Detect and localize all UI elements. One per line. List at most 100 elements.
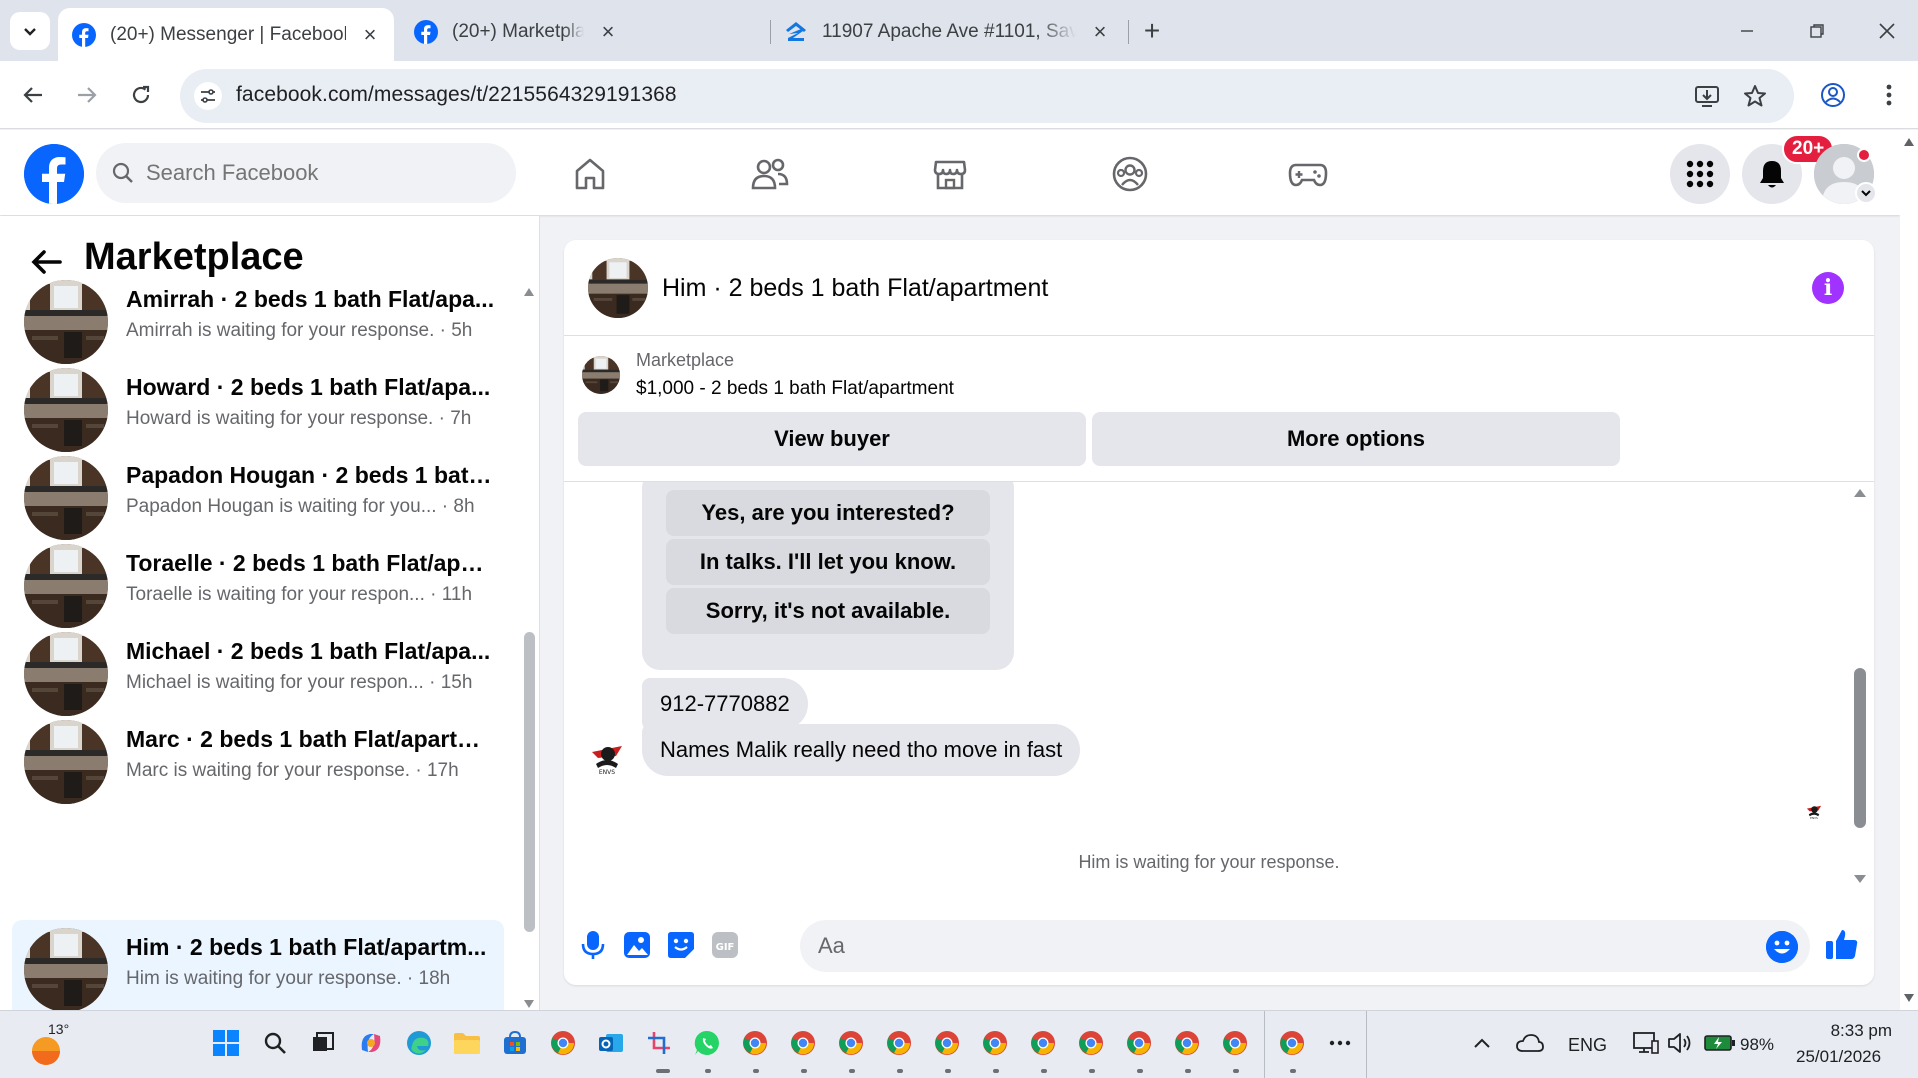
back-button[interactable] [14,76,52,114]
emoji-icon[interactable] [1766,931,1798,963]
clock-time[interactable]: 8:33 pm [1822,1021,1892,1041]
message-input[interactable] [800,920,1810,972]
network-button[interactable] [1630,1027,1662,1059]
taskbar-chrome-window[interactable] [931,1027,963,1059]
message-bubble[interactable]: Names Malik really need tho move in fast [642,724,1081,776]
taskbar-chrome-window[interactable] [979,1027,1011,1059]
taskbar-copilot[interactable] [355,1027,387,1059]
sidebar-scrollbar-thumb[interactable] [524,632,535,932]
weather-widget[interactable]: 13° [28,1021,78,1071]
profile-icon [1821,83,1845,107]
taskbar-chrome-window[interactable] [1171,1027,1203,1059]
taskbar-chrome-window[interactable] [1123,1027,1155,1059]
quick-reply-button[interactable]: Yes, are you interested? [666,490,990,536]
site-info-icon[interactable] [194,82,222,110]
nav-gaming[interactable] [1286,152,1330,196]
browser-menu-button[interactable] [1870,76,1908,114]
conversation-item[interactable]: Toraelle · 2 beds 1 bath Flat/apar... To… [12,536,504,636]
gif-icon[interactable]: GIF [708,928,742,962]
window-close-button[interactable] [1870,14,1904,48]
taskbar-chrome-window[interactable] [739,1027,771,1059]
profile-button[interactable] [1814,76,1852,114]
like-thumb-icon[interactable] [1824,924,1860,964]
microphone-icon[interactable] [576,928,610,962]
tab-messenger[interactable]: (20+) Messenger | Facebook × [58,8,394,61]
taskbar-overflow-button[interactable] [1324,1027,1356,1059]
close-icon[interactable]: × [358,22,382,47]
volume-button[interactable] [1664,1027,1696,1059]
taskbar-chrome-window[interactable] [787,1027,819,1059]
taskbar-outlook[interactable] [595,1027,627,1059]
chevron-down-icon [1861,190,1871,197]
new-tab-button[interactable]: + [1137,15,1167,46]
taskbar-chrome-window[interactable] [1219,1027,1251,1059]
chat-scrollbar-thumb[interactable] [1854,668,1866,828]
taskbar-chrome-window[interactable] [1027,1027,1059,1059]
show-hidden-icons-button[interactable] [1466,1027,1498,1059]
taskbar-edge[interactable] [403,1027,435,1059]
taskbar-store[interactable] [499,1027,531,1059]
battery-button[interactable] [1702,1027,1738,1059]
account-menu-button[interactable] [1855,182,1877,204]
tab-marketplace[interactable]: (20+) Marketplace - 2 beds 1 ba × [400,8,632,56]
taskbar-separator [1264,1011,1265,1078]
close-icon[interactable]: × [596,19,620,44]
taskbar-chrome-window[interactable] [883,1027,915,1059]
task-view-button[interactable] [307,1027,339,1059]
facebook-search[interactable] [96,143,516,203]
start-button[interactable] [210,1027,242,1059]
bookmark-star-icon[interactable] [1740,81,1770,111]
more-options-button[interactable]: More options [1092,412,1620,466]
nav-marketplace[interactable] [928,152,972,196]
taskbar-chrome-window[interactable] [1075,1027,1107,1059]
message-bubble[interactable]: 912-7770882 [642,678,808,730]
facebook-logo[interactable] [24,144,84,204]
menu-button[interactable] [1670,144,1730,204]
conversation-item[interactable]: Amirrah · 2 beds 1 bath Flat/apa... Amir… [12,272,504,372]
install-app-icon[interactable] [1692,81,1722,111]
sender-avatar[interactable] [586,734,628,776]
minimize-button[interactable] [1730,14,1764,48]
conversation-item[interactable]: Papadon Hougan · 2 beds 1 bath... Papado… [12,448,504,548]
taskbar-file-explorer[interactable] [451,1027,483,1059]
forward-button[interactable] [68,76,106,114]
conversation-avatar[interactable] [588,258,648,318]
restore-button[interactable] [1800,14,1834,48]
running-app-indicator [945,1069,951,1073]
close-icon[interactable]: × [1088,19,1112,44]
tab-search-button[interactable] [10,12,50,50]
conversation-item-selected[interactable]: Him · 2 beds 1 bath Flat/apartm... Him i… [12,920,504,1010]
nav-home[interactable] [568,152,612,196]
info-icon[interactable]: i [1812,272,1844,304]
input-language[interactable]: ENG [1568,1035,1607,1056]
sticker-icon[interactable] [664,928,698,962]
taskbar-snipping-tool[interactable] [643,1027,675,1059]
address-bar[interactable]: facebook.com/messages/t/2215564329191368 [180,69,1794,123]
taskbar-chrome-window[interactable] [835,1027,867,1059]
view-buyer-button[interactable]: View buyer [578,412,1086,466]
conversation-item[interactable]: Marc · 2 beds 1 bath Flat/apartm... Marc… [12,712,504,812]
taskbar-chrome[interactable] [547,1027,579,1059]
listing-price-title[interactable]: $1,000 - 2 beds 1 bath Flat/apartment [636,378,954,400]
page-scrollbar[interactable] [1900,130,1918,1010]
conversation-item[interactable]: Howard · 2 beds 1 bath Flat/apa... Howar… [12,360,504,460]
quick-reply-button[interactable]: Sorry, it's not available. [666,588,990,634]
photo-icon[interactable] [620,928,654,962]
taskbar-whatsapp[interactable] [691,1027,723,1059]
quick-reply-button[interactable]: In talks. I'll let you know. [666,539,990,585]
reload-button[interactable] [122,76,160,114]
scroll-down-arrow[interactable] [1852,872,1868,886]
taskbar-search[interactable] [259,1027,291,1059]
nav-friends[interactable] [748,152,792,196]
search-input[interactable] [146,160,466,186]
tab-zillow[interactable]: 11907 Apache Ave #1101, Savar × [770,8,1124,56]
onedrive-button[interactable] [1514,1027,1546,1059]
chrome-icon [1127,1031,1151,1055]
chat-title[interactable]: Him · 2 beds 1 bath Flat/apartment [662,274,1048,303]
clock-date[interactable]: 25/01/2026 [1796,1047,1881,1067]
conversation-item[interactable]: Michael · 2 beds 1 bath Flat/apa... Mich… [12,624,504,724]
taskbar-chrome-window[interactable] [1276,1027,1308,1059]
listing-thumbnail[interactable] [582,356,620,394]
scroll-up-arrow[interactable] [1852,486,1868,500]
nav-groups[interactable] [1108,152,1152,196]
